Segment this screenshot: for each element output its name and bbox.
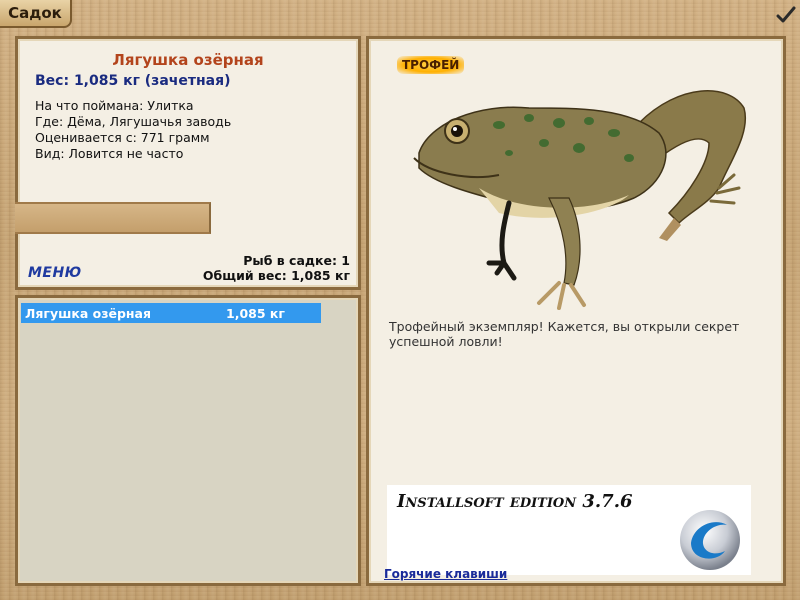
frog-image xyxy=(389,63,759,323)
window-title-tab: Садок xyxy=(0,0,72,28)
fish-rarity: Вид: Ловится не часто xyxy=(35,146,184,161)
window-title: Садок xyxy=(8,4,62,22)
list-item-weight: 1,085 кг xyxy=(226,305,285,321)
list-item-name: Лягушка озёрная xyxy=(25,305,152,321)
valued-from: Оценивается с: 771 грамм xyxy=(35,130,210,145)
fish-info-panel: Лягушка озёрная Вес: 1,085 кг (зачетная)… xyxy=(15,36,361,290)
list-item[interactable]: Лягушка озёрная 1,085 кг xyxy=(21,303,321,323)
fish-name: Лягушка озёрная xyxy=(112,51,264,69)
edition-text: Installsoft edition 3.7.6 xyxy=(397,491,633,512)
menu-button[interactable]: МЕНЮ xyxy=(28,265,82,281)
fish-detail-panel: ТРОФЕЙ Трофейный экземпляр! Кажется, вы … xyxy=(366,36,786,586)
edition-banner: Installsoft edition 3.7.6 xyxy=(387,485,751,575)
hotkeys-link[interactable]: Горячие клавиши xyxy=(384,567,507,581)
fish-count: Рыб в садке: 1 xyxy=(243,253,350,268)
checkmark-icon xyxy=(776,6,796,23)
fish-list-panel: Лягушка озёрная 1,085 кг xyxy=(15,295,361,586)
fish-weight: Вес: 1,085 кг (зачетная) xyxy=(35,73,231,89)
confirm-button[interactable] xyxy=(772,0,800,30)
wood-divider xyxy=(15,202,211,234)
total-weight: Общий вес: 1,085 кг xyxy=(202,268,350,283)
catch-description: Трофейный экземпляр! Кажется, вы открыли… xyxy=(389,319,740,349)
trophy-badge: ТРОФЕЙ xyxy=(397,56,465,74)
catch-location: Где: Дёма, Лягушачья заводь xyxy=(35,114,232,129)
caught-on: На что поймана: Улитка xyxy=(35,98,194,113)
installsoft-logo-icon xyxy=(677,507,743,573)
